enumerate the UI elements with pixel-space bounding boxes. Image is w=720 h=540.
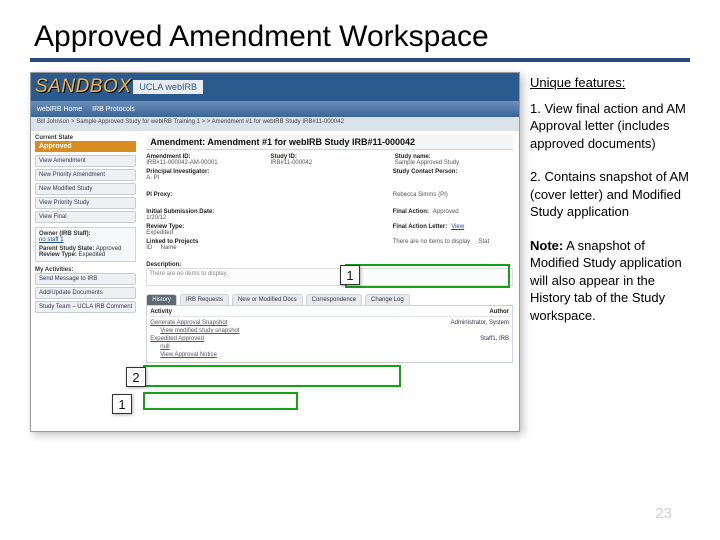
screenshot-mock: SANDBOX UCLA webIRB webIRB Home IRB Prot… bbox=[30, 72, 520, 432]
notes-header: Unique features: bbox=[530, 74, 690, 92]
callout-number-2: 2 bbox=[126, 367, 146, 387]
history-row: View modified study snapshot bbox=[150, 327, 509, 335]
note-paragraph: Note: A snapshot of Modified Study appli… bbox=[530, 237, 690, 325]
topbar: SANDBOX UCLA webIRB bbox=[31, 73, 519, 101]
note-item-2: 2. Contains snapshot of AM (cover letter… bbox=[530, 168, 690, 221]
tab-changelog[interactable]: Change Log bbox=[365, 294, 410, 305]
sidebar-infobox: Owner (IRB Staff):no staff 1 Parent Stud… bbox=[35, 227, 136, 262]
history-row: Generate Approval SnapshotAdministrator,… bbox=[150, 319, 509, 327]
sandbox-logo: SANDBOX bbox=[35, 76, 131, 98]
top-tab[interactable]: IRB Protocols bbox=[92, 106, 135, 113]
note-item-1: 1. View final action and AM Approval let… bbox=[530, 100, 690, 153]
activity-button[interactable]: Study Team – UCLA IRB Comment bbox=[35, 301, 136, 313]
sidebar-button[interactable]: New Modified Study bbox=[35, 183, 136, 195]
screenshot-column: SANDBOX UCLA webIRB webIRB Home IRB Prot… bbox=[30, 72, 520, 432]
slide-title: Approved Amendment Workspace bbox=[30, 20, 690, 62]
tab-newmoddocs[interactable]: New or Modified Docs bbox=[232, 294, 303, 305]
left-sidebar: Current State Approved View Amendment Ne… bbox=[31, 131, 140, 431]
description-box: There are no items to display. bbox=[146, 268, 513, 286]
inner-tabs: History IRB Requests New or Modified Doc… bbox=[146, 294, 513, 305]
sidebar-button[interactable]: View Priority Study bbox=[35, 197, 136, 209]
history-row: View Approval Notice bbox=[150, 351, 509, 359]
sidebar-button[interactable]: New Priority Amendment bbox=[35, 169, 136, 181]
main-panel: Amendment: Amendment #1 for webIRB Study… bbox=[140, 131, 519, 431]
sidebar-button[interactable]: View Final bbox=[35, 211, 136, 223]
callout-number-1a: 1 bbox=[340, 265, 360, 285]
sidebar-button[interactable]: View Amendment bbox=[35, 155, 136, 167]
tab-history[interactable]: History bbox=[146, 294, 177, 305]
top-tab[interactable]: webIRB Home bbox=[37, 106, 82, 113]
state-value: Approved bbox=[35, 141, 136, 152]
page-number: 23 bbox=[655, 505, 672, 522]
tab-correspondence[interactable]: Correspondence bbox=[306, 294, 362, 305]
top-tabs: webIRB Home IRB Protocols bbox=[31, 101, 519, 117]
tab-irbrequests[interactable]: IRB Requests bbox=[180, 294, 229, 305]
amendment-title: Amendment: Amendment #1 for webIRB Study… bbox=[146, 135, 513, 150]
breadcrumb: Bill Johnson > Sample Approved Study for… bbox=[31, 117, 519, 131]
callout-number-1b: 1 bbox=[112, 394, 132, 414]
ucla-box: UCLA webIRB bbox=[133, 80, 203, 94]
notes-column: Unique features: 1. View final action an… bbox=[530, 72, 690, 432]
history-row: null bbox=[150, 343, 509, 351]
history-table: ActivityAuthor Generate Approval Snapsho… bbox=[146, 305, 513, 363]
activity-button[interactable]: Add/Update Documents bbox=[35, 287, 136, 299]
activity-button[interactable]: Send Message to IRB bbox=[35, 273, 136, 285]
history-row: Expedited ApprovedStaff1, IRB bbox=[150, 335, 509, 343]
